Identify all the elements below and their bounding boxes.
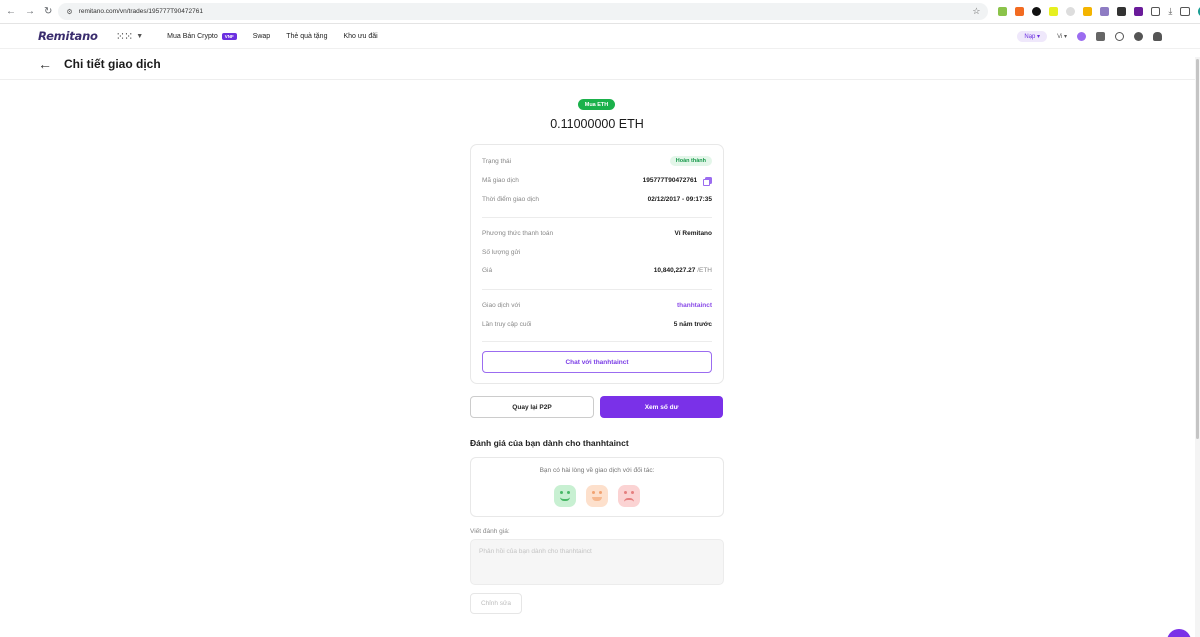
download-icon[interactable]: ⤓ bbox=[1168, 7, 1173, 16]
price-value-group: 10,840,227.27 /ETH bbox=[654, 267, 712, 274]
scrollbar-thumb[interactable] bbox=[1196, 59, 1199, 439]
last-seen-label: Lần truy cập cuối bbox=[482, 321, 532, 328]
extension-icon[interactable] bbox=[1066, 7, 1076, 16]
globe-icon[interactable] bbox=[1115, 31, 1124, 41]
quantity-label: Số lượng gửi bbox=[482, 249, 521, 256]
payment-method-row: Phương thức thanh toán Ví Remitano bbox=[482, 230, 712, 237]
status-label: Trạng thái bbox=[482, 157, 512, 165]
edit-review-button[interactable]: Chỉnh sửa bbox=[470, 593, 522, 614]
partner-row: Giao dịch với thanhtainct bbox=[482, 302, 712, 309]
trade-id-value: 195777T90472761 bbox=[642, 177, 698, 185]
address-bar[interactable]: ⚙ remitano.com/vn/trades/195777T90472761… bbox=[58, 3, 989, 20]
extension-icon[interactable] bbox=[1049, 7, 1059, 16]
extension-icon[interactable] bbox=[1083, 7, 1093, 16]
nav-buy-crypto-label: Mua Bán Crypto bbox=[167, 32, 218, 40]
wallet-icon[interactable] bbox=[1096, 31, 1105, 41]
trade-time-label: Thời điểm giao dịch bbox=[482, 196, 540, 203]
payment-method-label: Phương thức thanh toán bbox=[482, 230, 554, 237]
site-info-icon[interactable]: ⚙ bbox=[66, 8, 72, 16]
trade-time-value: 02/12/2017 - 09:17:35 bbox=[647, 196, 712, 203]
divider bbox=[482, 289, 712, 290]
trade-amount: 0.11000000 ETH bbox=[550, 117, 644, 131]
extension-icon[interactable] bbox=[998, 7, 1008, 16]
status-badge: Hoàn thành bbox=[669, 156, 712, 166]
support-chat-button[interactable] bbox=[1167, 629, 1191, 637]
rating-question: Bạn có hài lòng về giao dịch với đối tác… bbox=[539, 467, 655, 474]
nav-deals[interactable]: Kho ưu đãi bbox=[343, 33, 377, 40]
nav-buy-crypto[interactable]: Mua Bán Crypto VNF bbox=[167, 32, 237, 40]
price-value: 10,840,227.27 bbox=[653, 267, 696, 274]
remitano-logo[interactable]: Remitano bbox=[38, 29, 98, 43]
review-title: Đánh giá của bạn dành cho thanhtainct bbox=[470, 438, 629, 448]
chat-with-partner-button[interactable]: Chat với thanhtainct bbox=[482, 351, 712, 373]
browser-toolbar: ← → ↻ ⚙ remitano.com/vn/trades/195777T90… bbox=[0, 0, 1200, 24]
trade-id-value-group: 195777T90472761 bbox=[642, 177, 712, 186]
vnd-badge: VNF bbox=[221, 32, 237, 40]
back-to-p2p-button[interactable]: Quay lại P2P bbox=[470, 396, 594, 418]
deposit-button[interactable]: Nạp ▾ bbox=[1017, 30, 1048, 42]
extension-icon[interactable] bbox=[1134, 7, 1144, 16]
page-scrollbar[interactable] bbox=[1195, 57, 1200, 637]
back-icon[interactable]: ← bbox=[6, 6, 16, 17]
top-nav: Mua Bán Crypto VNF Swap Thẻ quà tặng Kho… bbox=[167, 32, 378, 40]
payment-method-value: Ví Remitano bbox=[674, 230, 712, 237]
page-title-bar: ← Chi tiết giao dịch bbox=[0, 49, 1200, 80]
divider bbox=[482, 217, 712, 218]
quantity-row: Số lượng gửi bbox=[482, 249, 712, 256]
nav-swap[interactable]: Swap bbox=[253, 33, 271, 40]
extension-icon[interactable] bbox=[1117, 7, 1127, 16]
trade-details-card: Trạng thái Hoàn thành Mã giao dịch 19577… bbox=[470, 144, 724, 384]
neutral-face-icon[interactable] bbox=[586, 485, 608, 507]
write-review-label: Viết đánh giá: bbox=[470, 528, 510, 535]
extension-icon[interactable] bbox=[1015, 7, 1025, 16]
partner-link[interactable]: thanhtainct bbox=[677, 302, 712, 309]
status-row: Trạng thái Hoàn thành bbox=[482, 156, 712, 166]
settings-icon[interactable] bbox=[1134, 31, 1143, 41]
trade-time-row: Thời điểm giao dịch 02/12/2017 - 09:17:3… bbox=[482, 196, 712, 203]
extension-icon[interactable] bbox=[1032, 7, 1042, 16]
partner-label: Giao dịch với bbox=[482, 302, 521, 309]
header-actions: Nạp ▾ Vi ▾ bbox=[1017, 30, 1162, 42]
language-label: Vi bbox=[1057, 33, 1063, 40]
bookmark-star-icon[interactable]: ☆ bbox=[972, 6, 980, 17]
browser-nav: ← → ↻ bbox=[6, 6, 52, 17]
chevron-down-icon[interactable]: ▼ bbox=[136, 33, 143, 40]
apps-grid-icon[interactable]: ⁙⁙ bbox=[116, 30, 133, 43]
extensions-puzzle-icon[interactable] bbox=[1151, 7, 1161, 16]
trade-id-label: Mã giao dịch bbox=[482, 177, 519, 185]
happy-face-icon[interactable] bbox=[554, 485, 576, 507]
last-seen-value: 5 năm trước bbox=[673, 321, 712, 328]
review-textarea[interactable]: Phản hồi của bạn dành cho thanhtainct bbox=[470, 539, 724, 585]
extensions-bar: ⤓ M bbox=[998, 6, 1200, 17]
copy-icon[interactable] bbox=[703, 177, 712, 186]
price-label: Giá bbox=[482, 267, 493, 274]
deposit-label: Nạp bbox=[1024, 33, 1036, 40]
forward-icon[interactable]: → bbox=[25, 6, 35, 17]
app-header: Remitano ⁙⁙ ▼ Mua Bán Crypto VNF Swap Th… bbox=[0, 24, 1200, 49]
extension-icon[interactable] bbox=[1100, 7, 1110, 16]
url-text: remitano.com/vn/trades/195777T90472761 bbox=[78, 8, 203, 15]
language-selector[interactable]: Vi ▾ bbox=[1057, 33, 1067, 40]
trade-type-badge: Mua ETH bbox=[578, 99, 615, 110]
tab-search-icon[interactable] bbox=[1180, 7, 1191, 16]
trade-id-row: Mã giao dịch 195777T90472761 bbox=[482, 177, 712, 186]
last-seen-row: Lần truy cập cuối 5 năm trước bbox=[482, 321, 712, 328]
price-row: Giá 10,840,227.27 /ETH bbox=[482, 267, 712, 274]
page-title: Chi tiết giao dịch bbox=[64, 57, 161, 71]
rating-options bbox=[471, 485, 723, 507]
bell-icon[interactable] bbox=[1153, 31, 1162, 41]
price-unit: /ETH bbox=[697, 267, 712, 274]
rating-card: Bạn có hài lòng về giao dịch với đối tác… bbox=[470, 457, 724, 517]
nav-gift-card[interactable]: Thẻ quà tặng bbox=[286, 33, 327, 40]
user-avatar-icon[interactable] bbox=[1077, 31, 1086, 41]
back-arrow-icon[interactable]: ← bbox=[38, 56, 52, 72]
sad-face-icon[interactable] bbox=[618, 485, 640, 507]
view-balance-button[interactable]: Xem số dư bbox=[600, 396, 723, 418]
reload-icon[interactable]: ↻ bbox=[44, 6, 52, 17]
divider bbox=[482, 341, 712, 342]
